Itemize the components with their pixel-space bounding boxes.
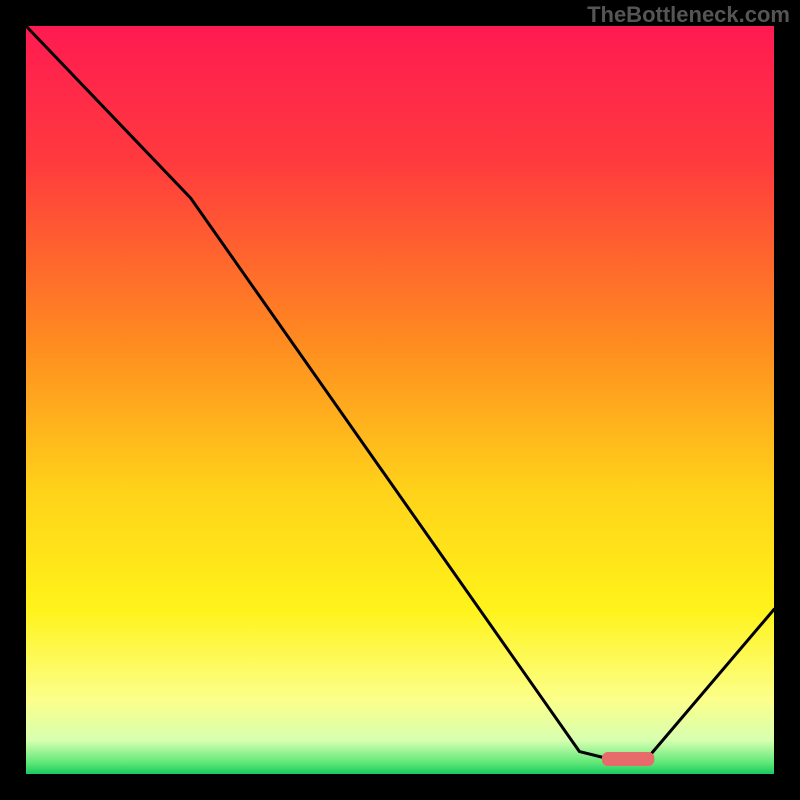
chart-background [26, 26, 774, 774]
watermark-text: TheBottleneck.com [587, 2, 790, 28]
chart-svg [26, 26, 774, 774]
bottleneck-chart [26, 26, 774, 774]
optimal-marker [602, 752, 654, 766]
